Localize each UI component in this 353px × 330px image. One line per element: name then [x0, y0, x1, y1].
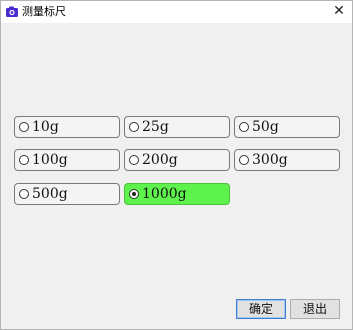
radio-button[interactable] — [239, 155, 249, 165]
radio-button[interactable] — [129, 155, 139, 165]
exit-button[interactable]: 退出 — [290, 299, 340, 319]
radio-button[interactable] — [19, 122, 29, 132]
camera-icon — [5, 5, 19, 19]
option-label: 50g — [252, 119, 279, 135]
window-title: 测量标尺 — [22, 5, 66, 18]
radio-button-checked[interactable] — [129, 189, 139, 199]
ok-button[interactable]: 确定 — [236, 299, 286, 319]
option-10g[interactable]: 10g — [14, 116, 120, 138]
option-label: 10g — [32, 119, 59, 135]
option-label: 200g — [142, 152, 178, 168]
dialog-window: 测量标尺 ✕ 10g 25g 50g 100g 200g 300g 500g 1… — [0, 0, 353, 330]
option-50g[interactable]: 50g — [234, 116, 340, 138]
option-label: 300g — [252, 152, 288, 168]
option-1000g[interactable]: 1000g — [124, 183, 230, 205]
option-100g[interactable]: 100g — [14, 149, 120, 171]
close-icon[interactable]: ✕ — [332, 3, 346, 19]
option-200g[interactable]: 200g — [124, 149, 230, 171]
title-bar[interactable]: 测量标尺 ✕ — [1, 1, 352, 23]
option-label: 25g — [142, 119, 169, 135]
option-25g[interactable]: 25g — [124, 116, 230, 138]
option-300g[interactable]: 300g — [234, 149, 340, 171]
radio-button[interactable] — [129, 122, 139, 132]
option-500g[interactable]: 500g — [14, 183, 120, 205]
radio-button[interactable] — [19, 189, 29, 199]
radio-button[interactable] — [239, 122, 249, 132]
option-label: 500g — [32, 186, 68, 202]
option-label: 1000g — [142, 186, 187, 202]
option-label: 100g — [32, 152, 68, 168]
radio-button[interactable] — [19, 155, 29, 165]
